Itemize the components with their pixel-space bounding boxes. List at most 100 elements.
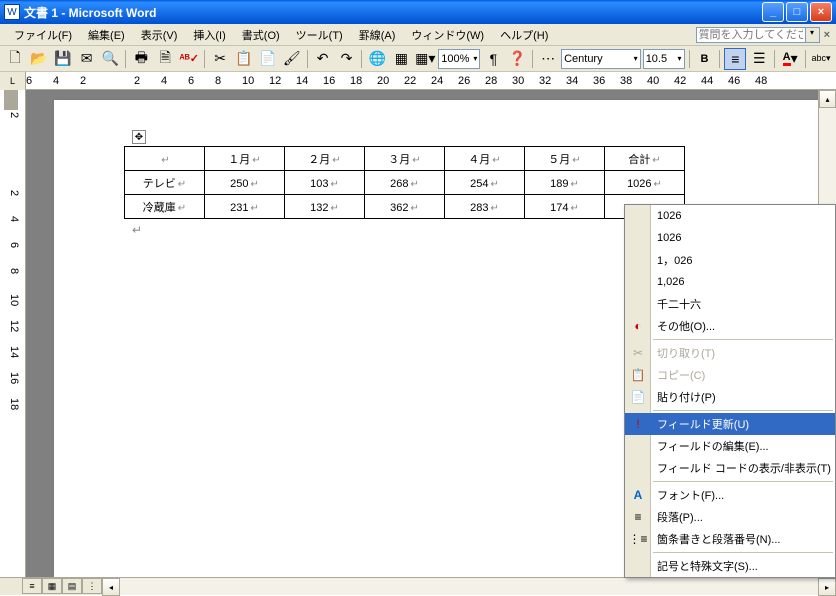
scroll-up-icon[interactable]: ▴ bbox=[819, 90, 836, 108]
web-view-icon[interactable]: ▦ bbox=[42, 578, 62, 594]
insert-table-icon[interactable]: ▦▾ bbox=[414, 48, 436, 70]
horizontal-ruler[interactable]: 6422468101214161820222426283032343638404… bbox=[26, 72, 836, 89]
email-icon[interactable]: ✉ bbox=[76, 48, 98, 70]
normal-view-icon[interactable]: ≡ bbox=[22, 578, 42, 594]
font-icon: A bbox=[629, 486, 647, 504]
ctx-copy: 📋コピー(C) bbox=[625, 364, 835, 386]
table-cell[interactable]: 103↵ bbox=[285, 171, 365, 195]
separator bbox=[532, 50, 533, 68]
preview-icon[interactable]: 🗎 bbox=[154, 48, 176, 70]
table-cell[interactable]: ↵ bbox=[125, 147, 205, 171]
cut-icon[interactable]: ✂ bbox=[209, 48, 231, 70]
redo-icon[interactable]: ↷ bbox=[336, 48, 358, 70]
help-icon[interactable]: ❓ bbox=[506, 48, 528, 70]
paste-icon[interactable]: 📄 bbox=[257, 48, 279, 70]
ctx-paragraph[interactable]: ≡段落(P)... bbox=[625, 506, 835, 528]
search-icon[interactable]: 🔍 bbox=[100, 48, 122, 70]
table-cell[interactable]: ５月↵ bbox=[525, 147, 605, 171]
char-border-icon[interactable]: abc▾ bbox=[810, 48, 832, 70]
maximize-button[interactable]: □ bbox=[786, 2, 808, 22]
bold-icon[interactable]: B bbox=[694, 48, 716, 70]
format-painter-icon[interactable]: 🖌 bbox=[281, 48, 303, 70]
table-cell[interactable]: 合計↵ bbox=[605, 147, 685, 171]
new-doc-icon[interactable]: 🗋 bbox=[4, 48, 26, 70]
zoom-combo[interactable]: 100%▾ bbox=[438, 49, 480, 69]
horizontal-scrollbar[interactable]: ◂ ▸ bbox=[102, 578, 836, 595]
vertical-ruler[interactable]: 224681012141618 bbox=[0, 90, 26, 577]
table-cell[interactable]: 132↵ bbox=[285, 195, 365, 219]
ctx-suggestion-3[interactable]: 1，026 bbox=[625, 249, 835, 271]
menu-format[interactable]: 書式(O) bbox=[234, 25, 288, 45]
tables-borders-icon[interactable]: ▦ bbox=[390, 48, 412, 70]
more-icon[interactable]: ⋯ bbox=[537, 48, 559, 70]
ctx-other[interactable]: ◐その他(O)... bbox=[625, 315, 835, 337]
ctx-symbols[interactable]: 記号と特殊文字(S)... bbox=[625, 555, 835, 577]
size-combo[interactable]: 10.5▾ bbox=[643, 49, 685, 69]
menu-tools[interactable]: ツール(T) bbox=[288, 25, 351, 45]
hyperlink-icon[interactable]: 🌐 bbox=[366, 48, 388, 70]
menu-insert[interactable]: 挿入(I) bbox=[185, 25, 233, 45]
table-cell[interactable]: ３月↵ bbox=[365, 147, 445, 171]
ctx-suggestion-2[interactable]: 1026 bbox=[625, 227, 835, 249]
align-left-icon[interactable]: ≡ bbox=[724, 48, 746, 70]
print-view-icon[interactable]: ▤ bbox=[62, 578, 82, 594]
table-cell[interactable]: 254↵ bbox=[445, 171, 525, 195]
table-cell[interactable]: 174↵ bbox=[525, 195, 605, 219]
ctx-edit-field[interactable]: フィールドの編集(E)... bbox=[625, 435, 835, 457]
font-color-icon[interactable]: A▾ bbox=[779, 48, 801, 70]
ctx-suggestion-4[interactable]: 1,026 bbox=[625, 271, 835, 293]
menu-help[interactable]: ヘルプ(H) bbox=[492, 25, 556, 45]
table-cell[interactable]: 283↵ bbox=[445, 195, 525, 219]
ctx-toggle-codes[interactable]: フィールド コードの表示/非表示(T) bbox=[625, 457, 835, 479]
ctx-update-field[interactable]: !フィールド更新(U) bbox=[625, 413, 835, 435]
undo-icon[interactable]: ↶ bbox=[312, 48, 334, 70]
ctx-paste[interactable]: 📄貼り付け(P) bbox=[625, 386, 835, 408]
ctx-bullets[interactable]: ⋮≡箇条書きと段落番号(N)... bbox=[625, 528, 835, 550]
table-cell[interactable]: ２月↵ bbox=[285, 147, 365, 171]
table-cell[interactable]: 362↵ bbox=[365, 195, 445, 219]
menu-view[interactable]: 表示(V) bbox=[133, 25, 186, 45]
show-marks-icon[interactable]: ¶ bbox=[482, 48, 504, 70]
ctx-suggestion-1[interactable]: 1026 bbox=[625, 205, 835, 227]
separator bbox=[653, 410, 833, 411]
menu-table[interactable]: 罫線(A) bbox=[351, 25, 404, 45]
copy-icon[interactable]: 📋 bbox=[233, 48, 255, 70]
table-move-handle[interactable]: ✥ bbox=[132, 130, 146, 144]
spellcheck-icon[interactable]: ᴬᴮ✓ bbox=[178, 48, 200, 70]
table-cell[interactable]: 268↵ bbox=[365, 171, 445, 195]
titlebar: W 文書 1 - Microsoft Word _ □ × bbox=[0, 0, 836, 24]
table-cell[interactable]: 189↵ bbox=[525, 171, 605, 195]
table-cell[interactable]: テレビ↵ bbox=[125, 171, 205, 195]
separator bbox=[361, 50, 362, 68]
table-cell[interactable]: 1026↵ bbox=[605, 171, 685, 195]
table-cell[interactable]: １月↵ bbox=[205, 147, 285, 171]
table-cell[interactable]: ４月↵ bbox=[445, 147, 525, 171]
minimize-button[interactable]: _ bbox=[762, 2, 784, 22]
font-value: Century bbox=[564, 53, 603, 65]
close-button[interactable]: × bbox=[810, 2, 832, 22]
ctx-font[interactable]: Aフォント(F)... bbox=[625, 484, 835, 506]
menubar: ファイル(F) 編集(E) 表示(V) 挿入(I) 書式(O) ツール(T) 罫… bbox=[0, 24, 836, 46]
menu-edit[interactable]: 編集(E) bbox=[80, 25, 133, 45]
menu-window[interactable]: ウィンドウ(W) bbox=[403, 25, 492, 45]
help-input[interactable] bbox=[696, 27, 806, 43]
table-cell[interactable]: 250↵ bbox=[205, 171, 285, 195]
print-icon[interactable]: 🖶 bbox=[130, 48, 152, 70]
distribute-icon[interactable]: ☰ bbox=[748, 48, 770, 70]
separator bbox=[805, 50, 806, 68]
help-dropdown[interactable]: ▾ bbox=[806, 27, 820, 43]
scroll-left-icon[interactable]: ◂ bbox=[102, 578, 120, 596]
open-icon[interactable]: 📂 bbox=[28, 48, 50, 70]
table-cell[interactable]: 231↵ bbox=[205, 195, 285, 219]
data-table[interactable]: ↵ １月↵ ２月↵ ３月↵ ４月↵ ５月↵ 合計↵ テレビ↵ 250↵ 103↵… bbox=[124, 146, 685, 219]
scroll-right-icon[interactable]: ▸ bbox=[818, 578, 836, 596]
save-icon[interactable]: 💾 bbox=[52, 48, 74, 70]
outline-view-icon[interactable]: ⋮ bbox=[82, 578, 102, 594]
hscroll-track[interactable] bbox=[120, 578, 818, 595]
table-cell[interactable]: 冷蔵庫↵ bbox=[125, 195, 205, 219]
help-close-icon[interactable]: × bbox=[824, 29, 830, 41]
menu-file[interactable]: ファイル(F) bbox=[6, 25, 80, 45]
font-combo[interactable]: Century▾ bbox=[561, 49, 641, 69]
toolbar: 🗋 📂 💾 ✉ 🔍 🖶 🗎 ᴬᴮ✓ ✂ 📋 📄 🖌 ↶ ↷ 🌐 ▦ ▦▾ 100… bbox=[0, 46, 836, 72]
ctx-suggestion-5[interactable]: 千二十六 bbox=[625, 293, 835, 315]
